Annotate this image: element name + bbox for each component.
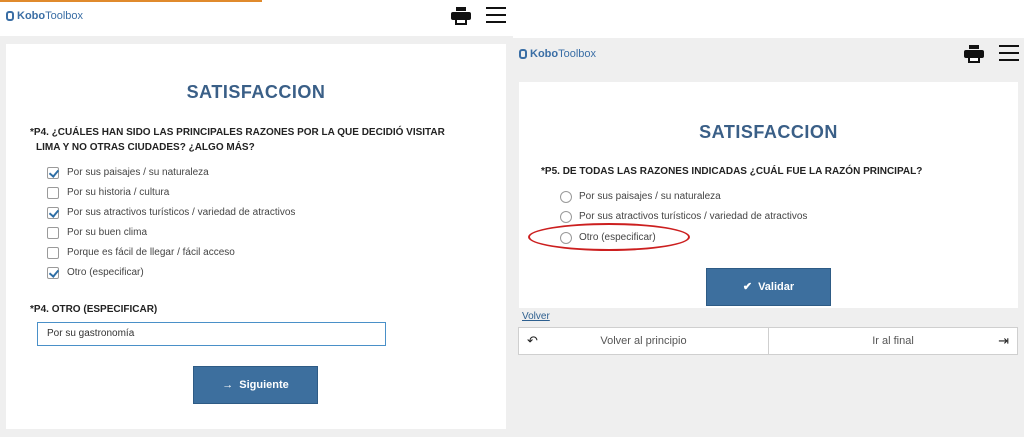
printer-icon[interactable] xyxy=(964,45,984,63)
printer-icon[interactable] xyxy=(451,7,471,25)
kobo-logo-icon xyxy=(519,49,527,59)
radio-paisajes[interactable] xyxy=(560,191,572,203)
left-form-screen: KoboToolbox SATISFACCION *P4. ¿CUÁLES HA… xyxy=(0,0,513,437)
red-highlight-ellipse xyxy=(528,223,690,251)
checkbox-atractivos[interactable] xyxy=(47,207,59,219)
page-title: SATISFACCION xyxy=(186,82,326,102)
kobotoolbox-logo[interactable]: KoboToolbox xyxy=(519,48,596,60)
back-to-start-button[interactable]: ↶ Volver al principio xyxy=(519,328,769,354)
option-label: Porque es fácil de llegar / fácil acceso xyxy=(67,247,235,258)
question-p5: *P5. DE TODAS LAS RAZONES INDICADAS ¿CUÁ… xyxy=(541,166,923,177)
kobotoolbox-logo[interactable]: KoboToolbox xyxy=(6,10,83,22)
checkbox-acceso[interactable] xyxy=(47,247,59,259)
kobo-logo-icon xyxy=(6,11,14,21)
option-label: Por sus atractivos turísticos / variedad… xyxy=(67,207,296,218)
option-label: Por su historia / cultura xyxy=(67,187,170,198)
go-to-end-button[interactable]: Ir al final ⇥ xyxy=(769,328,1017,354)
page-title: SATISFACCION xyxy=(699,122,838,142)
hamburger-menu-icon[interactable] xyxy=(486,7,506,23)
checkbox-clima[interactable] xyxy=(47,227,59,239)
hamburger-menu-icon[interactable] xyxy=(999,45,1019,61)
validate-button[interactable]: ✔ Validar xyxy=(706,268,831,306)
checkbox-historia[interactable] xyxy=(47,187,59,199)
form-card: SATISFACCION *P5. DE TODAS LAS RAZONES I… xyxy=(519,82,1018,308)
option-label: Otro (especificar) xyxy=(67,267,144,278)
navigation-bar: ↶ Volver al principio Ir al final ⇥ xyxy=(518,327,1018,355)
option-label: Por su buen clima xyxy=(67,227,148,238)
question-p4-otro: *P4. OTRO (ESPECIFICAR) xyxy=(30,304,158,315)
checkbox-paisajes[interactable] xyxy=(47,167,59,179)
option-label: Por sus paisajes / su naturaleza xyxy=(579,191,721,202)
skip-to-end-icon: ⇥ xyxy=(998,333,1009,348)
checkmark-icon: ✔ xyxy=(742,281,753,293)
option-label: Por sus atractivos turísticos / variedad… xyxy=(579,211,808,222)
radio-atractivos[interactable] xyxy=(560,211,572,223)
option-label: Por sus paisajes / su naturaleza xyxy=(67,167,209,178)
arrow-right-icon: → xyxy=(222,379,234,391)
question-p4: *P4. ¿CUÁLES HAN SIDO LAS PRINCIPALES RA… xyxy=(30,127,445,153)
form-card: SATISFACCION *P4. ¿CUÁLES HAN SIDO LAS P… xyxy=(6,44,506,429)
right-form-screen: KoboToolbox SATISFACCION *P5. DE TODAS L… xyxy=(513,38,1024,437)
back-link[interactable]: Volver xyxy=(522,311,550,322)
undo-arrow-icon: ↶ xyxy=(527,333,538,348)
next-button[interactable]: → Siguiente xyxy=(193,366,318,404)
progress-line xyxy=(0,0,262,2)
checkbox-otro[interactable] xyxy=(47,267,59,279)
other-specify-input[interactable]: Por su gastronomía xyxy=(37,322,386,346)
